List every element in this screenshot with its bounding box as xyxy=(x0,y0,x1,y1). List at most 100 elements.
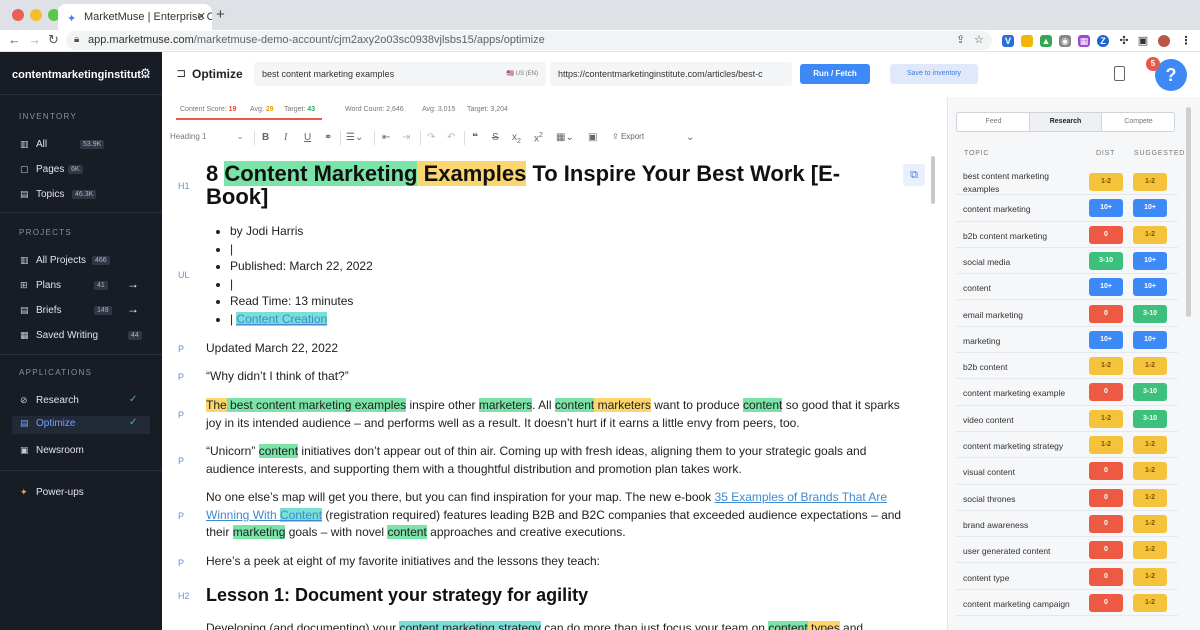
sidebar-item-pages[interactable]: ▢ Pages 6K xyxy=(20,162,150,180)
outdent-icon[interactable]: ⇤ xyxy=(382,132,390,143)
category-link[interactable]: Content Creation xyxy=(236,311,328,326)
export-button[interactable]: ⇪ Export xyxy=(612,132,644,141)
locale-selector[interactable]: 🇺🇸︎ US (EN) xyxy=(507,70,538,77)
paragraph-unicorn[interactable]: “Unicorn” content initiatives don’t appe… xyxy=(206,443,906,478)
mobile-preview-icon[interactable] xyxy=(1114,66,1125,81)
profile-avatar[interactable] xyxy=(1158,35,1170,47)
sidebar-item-all-projects[interactable]: ▥ All Projects 466 xyxy=(20,253,150,271)
paragraph-lesson1[interactable]: Developing (and documenting) your conten… xyxy=(206,620,906,630)
extension-v-icon[interactable]: V xyxy=(1002,35,1014,47)
minimize-window-button[interactable] xyxy=(30,9,42,21)
paragraph-updated[interactable]: Updated March 22, 2022 xyxy=(206,340,906,358)
gear-icon[interactable]: ⚙ xyxy=(140,66,151,80)
sidebar-item-topics[interactable]: ▤ Topics 46.3K xyxy=(20,187,150,205)
sidebar-item-research[interactable]: ⊘ Research ✓ xyxy=(20,393,150,411)
browser-menu-icon[interactable]: ⋮ xyxy=(1180,35,1192,47)
scrollbar-thumb[interactable] xyxy=(931,156,935,204)
tab-compete[interactable]: Compete xyxy=(1102,113,1175,131)
topic-row[interactable]: social thrones 0 1-2 xyxy=(956,485,1178,511)
puzzle-extensions-icon[interactable]: ✣ xyxy=(1118,35,1130,47)
close-tab-icon[interactable]: ✕ xyxy=(197,10,206,23)
editor-scrollbar[interactable] xyxy=(930,150,936,620)
paragraph-intro[interactable]: The best content marketing examples insp… xyxy=(206,397,906,432)
sidebar-item-all[interactable]: ▥ All 53.9K xyxy=(20,137,150,155)
topic-row[interactable]: best content marketing examples 1-2 1-2 xyxy=(956,169,1178,196)
superscript-icon[interactable]: x2 xyxy=(534,132,543,144)
tab-feed[interactable]: Feed xyxy=(957,113,1030,131)
topic-row[interactable]: content type 0 1-2 xyxy=(956,564,1178,590)
extension-yellow-icon[interactable] xyxy=(1021,35,1033,47)
save-to-inventory-button[interactable]: Save to inventory xyxy=(890,64,978,84)
reload-icon[interactable]: ↻ xyxy=(48,32,59,48)
forward-arrow-icon[interactable]: → xyxy=(28,32,41,47)
new-tab-icon[interactable]: + xyxy=(216,6,225,23)
notification-badge[interactable]: 5 xyxy=(1146,57,1160,71)
chevron-down-icon[interactable]: ⌄ xyxy=(686,132,694,143)
drive-extension-icon[interactable]: ▲ xyxy=(1040,35,1052,47)
article-title[interactable]: 8 Content Marketing Examples To Inspire … xyxy=(206,161,866,208)
suggested-badge: 1-2 xyxy=(1133,462,1167,481)
italic-icon[interactable]: I xyxy=(284,132,287,143)
close-window-button[interactable] xyxy=(12,9,24,21)
topic-row[interactable]: content marketing campaign 0 1-2 xyxy=(956,590,1178,617)
topic-row[interactable]: email marketing 0 3-10 xyxy=(956,301,1178,327)
z-extension-icon[interactable]: Z xyxy=(1097,35,1109,47)
indent-icon[interactable]: ⇥ xyxy=(402,132,410,143)
topic-row[interactable]: content marketing strategy 1-2 1-2 xyxy=(956,432,1178,459)
back-arrow-icon[interactable]: ← xyxy=(8,32,21,47)
topic-row[interactable]: brand awareness 0 1-2 xyxy=(956,511,1178,538)
bold-icon[interactable]: B xyxy=(262,132,269,143)
sidebar-toggle-icon[interactable]: ▣ xyxy=(1137,35,1149,47)
subscript-icon[interactable]: x2 xyxy=(512,132,521,145)
topic-row[interactable]: content marketing example 0 3-10 xyxy=(956,379,1178,406)
lesson-heading[interactable]: Lesson 1: Document your strategy for agi… xyxy=(206,585,588,606)
undo-icon[interactable]: ↶ xyxy=(447,132,455,143)
topic-row[interactable]: marketing 10+ 10+ xyxy=(956,327,1178,354)
sidebar-item-optimize[interactable]: ▤ Optimize ✓ xyxy=(12,416,150,434)
share-icon[interactable]: ⇪ xyxy=(956,33,965,46)
address-bar[interactable]: 🔒︎ app.marketmuse.com/marketmuse-demo-ac… xyxy=(66,31,992,50)
tab-research[interactable]: Research xyxy=(1029,113,1102,131)
topic-row[interactable]: user generated content 0 1-2 xyxy=(956,537,1178,564)
sidebar-item-saved-writing[interactable]: ▦ Saved Writing 44 xyxy=(20,328,150,346)
paragraph-quote[interactable]: “Why didn’t I think of that?” xyxy=(206,368,906,386)
run-fetch-button[interactable]: Run / Fetch xyxy=(800,64,870,84)
topic-row[interactable]: content marketing 10+ 10+ xyxy=(956,195,1178,222)
table-icon[interactable]: ▦⌄ xyxy=(556,132,574,143)
copy-icon[interactable]: ⧉ xyxy=(903,164,925,186)
underline-icon[interactable]: U xyxy=(304,132,311,143)
avg-label: Avg: xyxy=(250,106,264,113)
paragraph-peek[interactable]: Here’s a peek at eight of my favorite in… xyxy=(206,553,906,571)
image-icon[interactable]: ▣ xyxy=(588,132,597,143)
keyword-input[interactable]: best content marketing examples 🇺🇸︎ US (… xyxy=(254,62,546,86)
account-name[interactable]: contentmarketinginstitut... xyxy=(12,69,150,81)
sidebar-item-plans[interactable]: ⊞ Plans 41 → xyxy=(20,277,150,296)
quote-icon[interactable]: ❝ xyxy=(472,132,478,143)
topic-row[interactable]: video content 1-2 3-10 xyxy=(956,406,1178,432)
topic-row[interactable]: b2b content marketing 0 1-2 xyxy=(956,222,1178,248)
paragraph-map[interactable]: No one else’s map will get you there, bu… xyxy=(206,489,906,542)
bookmark-star-icon[interactable]: ☆ xyxy=(974,33,984,46)
topic-row[interactable]: social media 3-10 10+ xyxy=(956,248,1178,275)
url-input[interactable]: https://contentmarketinginstitute.com/ar… xyxy=(550,62,792,86)
topic-row[interactable]: content 10+ 10+ xyxy=(956,274,1178,301)
column-header-dist: DIST xyxy=(1096,150,1116,157)
panel-scrollbar[interactable] xyxy=(1186,107,1191,317)
heading-select[interactable]: Heading 1 ⌄ xyxy=(170,132,243,141)
list-icon[interactable]: ☰⌄ xyxy=(346,132,363,143)
arrow-right-icon[interactable]: → xyxy=(127,302,139,316)
grid-extension-icon[interactable]: ▦ xyxy=(1078,35,1090,47)
sidebar-item-briefs[interactable]: ▤ Briefs 149 → xyxy=(20,302,150,321)
strikethrough-icon[interactable]: S xyxy=(492,132,499,143)
sidebar-item-newsroom[interactable]: ▣ Newsroom xyxy=(20,443,150,461)
text-run: . All xyxy=(532,398,555,412)
arrow-right-icon[interactable]: → xyxy=(127,277,139,291)
topic-row[interactable]: visual content 0 1-2 xyxy=(956,458,1178,485)
browser-tab[interactable]: ✦ MarketMuse | Enterprise Cont ✕ xyxy=(58,4,212,30)
editor-content[interactable]: H1 8 Content Marketing Examples To Inspi… xyxy=(162,150,930,630)
sidebar-item-powerups[interactable]: ✦ Power-ups xyxy=(20,485,150,503)
redo-icon[interactable]: ↷ xyxy=(427,132,435,143)
camera-extension-icon[interactable]: ◉ xyxy=(1059,35,1071,47)
topic-row[interactable]: b2b content 1-2 1-2 xyxy=(956,353,1178,380)
link-icon[interactable]: ⚭ xyxy=(324,132,332,143)
